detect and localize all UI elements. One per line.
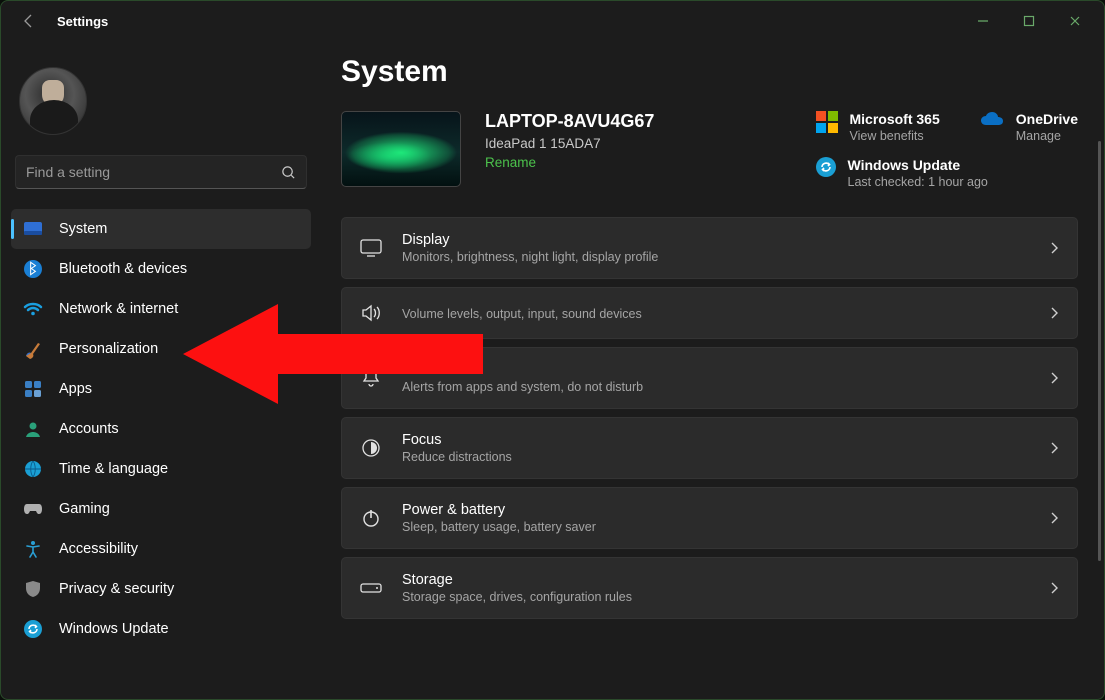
globe-icon	[23, 459, 43, 479]
power-icon	[360, 507, 382, 529]
chevron-right-icon	[1049, 511, 1059, 525]
back-icon[interactable]	[21, 13, 37, 29]
sidebar-item-label: Time & language	[59, 461, 168, 477]
microsoft-365-icon	[816, 111, 838, 133]
sidebar-item-apps[interactable]: Apps	[11, 369, 311, 409]
main-panel: System LAPTOP-8AVU4G67 IdeaPad 1 15ADA7 …	[321, 41, 1104, 699]
nav-list: System Bluetooth & devices Network & int…	[11, 209, 311, 649]
device-thumbnail[interactable]	[341, 111, 461, 187]
device-name: LAPTOP-8AVU4G67	[485, 111, 654, 132]
onedrive-link[interactable]: OneDrive Manage	[980, 111, 1078, 143]
sidebar-item-gaming[interactable]: Gaming	[11, 489, 311, 529]
sidebar-item-label: Bluetooth & devices	[59, 261, 187, 277]
sidebar-item-label: Apps	[59, 381, 92, 397]
sidebar: System Bluetooth & devices Network & int…	[1, 41, 321, 699]
cloud-status: Microsoft 365 View benefits OneDrive	[816, 111, 1079, 189]
chevron-right-icon	[1049, 241, 1059, 255]
bluetooth-icon	[23, 259, 43, 279]
card-title: Power & battery	[402, 502, 1029, 518]
system-icon	[23, 219, 43, 239]
device-model: IdeaPad 1 15ADA7	[485, 136, 654, 151]
shield-icon	[23, 579, 43, 599]
m365-sub: View benefits	[850, 129, 940, 143]
onedrive-icon	[980, 111, 1004, 127]
sidebar-item-network[interactable]: Network & internet	[11, 289, 311, 329]
sidebar-item-accounts[interactable]: Accounts	[11, 409, 311, 449]
device-row: LAPTOP-8AVU4G67 IdeaPad 1 15ADA7 Rename	[341, 111, 1078, 189]
display-icon	[360, 237, 382, 259]
window-title: Settings	[57, 14, 108, 29]
minimize-button[interactable]	[960, 5, 1006, 37]
search-icon	[281, 165, 296, 180]
card-desc: Monitors, brightness, night light, displ…	[402, 250, 1029, 264]
settings-window: Settings	[0, 0, 1105, 700]
onedrive-sub: Manage	[1016, 129, 1078, 143]
sidebar-item-bluetooth[interactable]: Bluetooth & devices	[11, 249, 311, 289]
card-desc: Storage space, drives, configuration rul…	[402, 590, 1029, 604]
update-icon	[23, 619, 43, 639]
sidebar-item-time-language[interactable]: Time & language	[11, 449, 311, 489]
storage-icon	[360, 577, 382, 599]
wu-label: Windows Update	[848, 157, 988, 173]
windows-update-icon	[816, 157, 836, 177]
close-button[interactable]	[1052, 5, 1098, 37]
sidebar-item-label: Windows Update	[59, 621, 169, 637]
device-info: LAPTOP-8AVU4G67 IdeaPad 1 15ADA7 Rename	[485, 111, 654, 172]
chevron-right-icon	[1049, 371, 1059, 385]
card-desc: Reduce distractions	[402, 450, 1029, 464]
sound-icon	[360, 302, 382, 324]
card-desc: Sleep, battery usage, battery saver	[402, 520, 1029, 534]
sidebar-item-personalization[interactable]: Personalization	[11, 329, 311, 369]
card-title: Notifications	[402, 362, 1029, 378]
sidebar-item-privacy[interactable]: Privacy & security	[11, 569, 311, 609]
sidebar-item-label: Network & internet	[59, 301, 178, 317]
sidebar-item-system[interactable]: System	[11, 209, 311, 249]
accounts-icon	[23, 419, 43, 439]
microsoft-365-link[interactable]: Microsoft 365 View benefits	[816, 111, 940, 143]
scrollbar[interactable]	[1098, 141, 1101, 561]
card-focus[interactable]: Focus Reduce distractions	[341, 417, 1078, 479]
card-title: Focus	[402, 432, 1029, 448]
card-title: Storage	[402, 572, 1029, 588]
wu-sub: Last checked: 1 hour ago	[848, 175, 988, 189]
wifi-icon	[23, 299, 43, 319]
card-desc: Alerts from apps and system, do not dist…	[402, 380, 1029, 394]
titlebar: Settings	[1, 1, 1104, 41]
windows-update-link[interactable]: Windows Update Last checked: 1 hour ago	[816, 157, 1079, 189]
card-storage[interactable]: Storage Storage space, drives, configura…	[341, 557, 1078, 619]
card-power-battery[interactable]: Power & battery Sleep, battery usage, ba…	[341, 487, 1078, 549]
sidebar-item-label: Privacy & security	[59, 581, 174, 597]
onedrive-label: OneDrive	[1016, 111, 1078, 127]
maximize-button[interactable]	[1006, 5, 1052, 37]
chevron-right-icon	[1049, 306, 1059, 320]
card-sound[interactable]: Volume levels, output, input, sound devi…	[341, 287, 1078, 339]
card-desc: Volume levels, output, input, sound devi…	[402, 307, 1029, 321]
bell-icon	[360, 367, 382, 389]
avatar[interactable]	[19, 67, 87, 135]
sidebar-item-accessibility[interactable]: Accessibility	[11, 529, 311, 569]
card-title: Display	[402, 232, 1029, 248]
sidebar-item-label: System	[59, 221, 107, 237]
search-input[interactable]	[26, 164, 281, 180]
focus-icon	[360, 437, 382, 459]
page-title: System	[341, 55, 1078, 89]
sidebar-item-label: Personalization	[59, 341, 158, 357]
sidebar-item-label: Gaming	[59, 501, 110, 517]
rename-link[interactable]: Rename	[485, 155, 536, 170]
card-notifications[interactable]: Notifications Alerts from apps and syste…	[341, 347, 1078, 409]
gamepad-icon	[23, 499, 43, 519]
card-display[interactable]: Display Monitors, brightness, night ligh…	[341, 217, 1078, 279]
window-controls	[960, 5, 1098, 37]
paintbrush-icon	[23, 339, 43, 359]
search-box[interactable]	[15, 155, 307, 189]
settings-cards: Display Monitors, brightness, night ligh…	[341, 217, 1078, 619]
m365-label: Microsoft 365	[850, 111, 940, 127]
accessibility-icon	[23, 539, 43, 559]
sidebar-item-windows-update[interactable]: Windows Update	[11, 609, 311, 649]
chevron-right-icon	[1049, 441, 1059, 455]
apps-icon	[23, 379, 43, 399]
sidebar-item-label: Accounts	[59, 421, 119, 437]
chevron-right-icon	[1049, 581, 1059, 595]
sidebar-item-label: Accessibility	[59, 541, 138, 557]
